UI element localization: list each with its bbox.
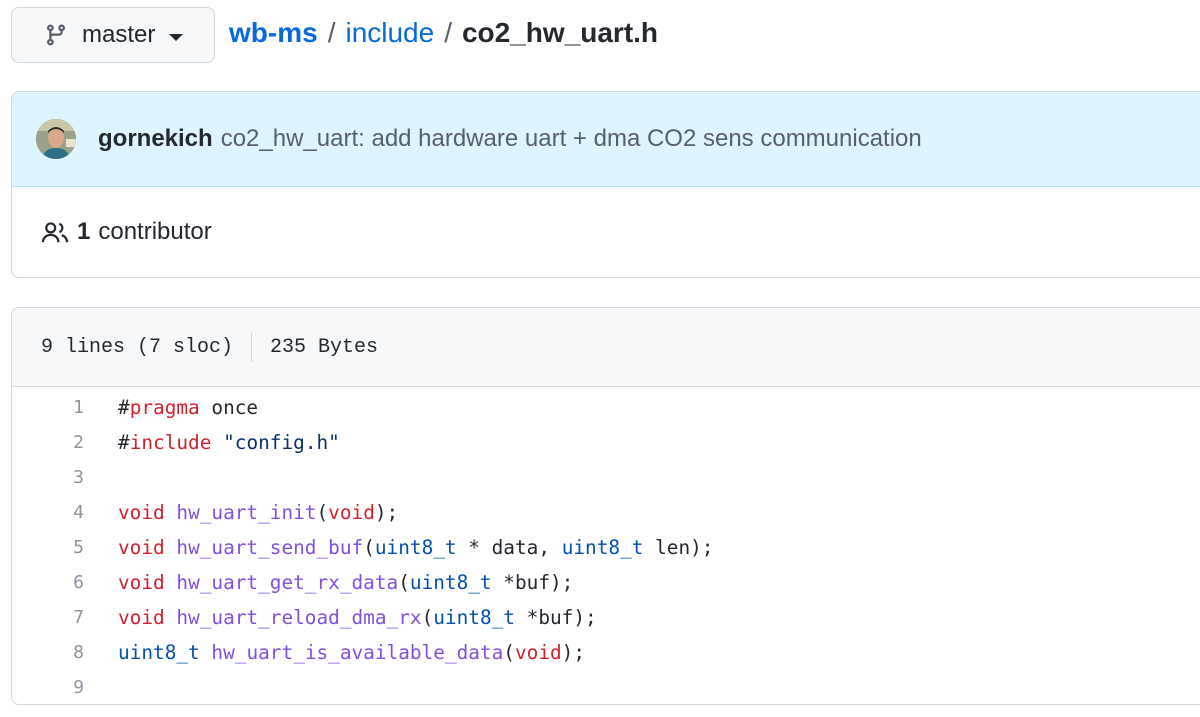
- code-token: uint8_t: [374, 536, 457, 559]
- breadcrumb-separator: /: [327, 17, 336, 48]
- breadcrumb-folder-link[interactable]: include: [345, 17, 434, 49]
- code-token: "config.h": [223, 431, 340, 454]
- code-token: uint8_t: [118, 641, 200, 664]
- people-icon: [41, 222, 69, 243]
- code-token: len);: [643, 536, 714, 559]
- line-number[interactable]: 8: [12, 642, 84, 663]
- code-body: 1 #pragma once 2 #include "config.h" 3 4…: [12, 387, 1200, 704]
- code-line: 7 void hw_uart_reload_dma_rx(uint8_t *bu…: [12, 600, 1200, 635]
- code-line: 4 void hw_uart_init(void);: [12, 495, 1200, 530]
- code-token: hw_uart_reload_dma_rx: [176, 606, 422, 629]
- divider: [251, 332, 253, 362]
- branch-name: master: [82, 21, 156, 48]
- line-number[interactable]: 7: [12, 607, 84, 628]
- code-line: 9: [12, 670, 1200, 704]
- code-token: #: [118, 431, 130, 454]
- code-text: void hw_uart_get_rx_data(uint8_t *buf);: [84, 571, 573, 594]
- code-token: (: [316, 501, 329, 524]
- file-viewer: 9 lines (7 sloc) 235 Bytes 1 #pragma onc…: [11, 307, 1200, 705]
- code-token: (: [421, 606, 434, 629]
- breadcrumb: wb-ms / include / co2_hw_uart.h: [229, 17, 658, 49]
- code-token: * data,: [456, 536, 562, 559]
- contributors-row[interactable]: 1 contributor: [12, 187, 1200, 277]
- contributor-count: 1: [77, 218, 91, 245]
- line-count: 9 lines (7 sloc): [41, 335, 234, 359]
- code-line: 8 uint8_t hw_uart_is_available_data(void…: [12, 635, 1200, 670]
- code-text: void hw_uart_send_buf(uint8_t * data, ui…: [84, 536, 713, 559]
- code-text: #include "config.h": [84, 431, 340, 454]
- code-token: include: [129, 431, 212, 454]
- contributor-label: contributor: [98, 218, 212, 245]
- code-token: hw_uart_init: [176, 501, 317, 524]
- code-token: (: [398, 571, 410, 594]
- latest-commit-header: gornekich co2_hw_uart: add hardware uart…: [12, 92, 1200, 187]
- git-branch-icon: [46, 24, 65, 46]
- line-number[interactable]: 9: [12, 677, 84, 698]
- code-text: void hw_uart_init(void);: [84, 501, 398, 524]
- code-token: );: [374, 501, 399, 524]
- code-line: 3: [12, 460, 1200, 495]
- line-number[interactable]: 2: [12, 432, 84, 453]
- code-token: void: [118, 536, 165, 559]
- code-text: void hw_uart_reload_dma_rx(uint8_t *buf)…: [84, 606, 597, 629]
- commit-author-link[interactable]: gornekich: [98, 125, 213, 153]
- branch-select-button[interactable]: master: [11, 7, 215, 63]
- code-line: 1 #pragma once: [12, 390, 1200, 425]
- breadcrumb-separator: /: [444, 17, 452, 48]
- code-line: 5 void hw_uart_send_buf(uint8_t * data, …: [12, 530, 1200, 565]
- code-line: 6 void hw_uart_get_rx_data(uint8_t *buf)…: [12, 565, 1200, 600]
- breadcrumb-repo-link[interactable]: wb-ms: [229, 17, 318, 49]
- chevron-down-icon: [169, 33, 184, 41]
- code-token: (: [363, 536, 375, 559]
- code-text: #pragma once: [84, 396, 258, 419]
- commit-message-link[interactable]: co2_hw_uart: add hardware uart + dma CO2…: [221, 125, 922, 153]
- avatar-image: [36, 119, 76, 159]
- line-number[interactable]: 3: [12, 467, 84, 488]
- code-token: void: [118, 501, 165, 524]
- code-token: once: [199, 396, 259, 419]
- code-text: uint8_t hw_uart_is_available_data(void);: [84, 641, 585, 664]
- code-token: uint8_t: [409, 571, 492, 594]
- code-token: uint8_t: [561, 536, 644, 559]
- line-number[interactable]: 4: [12, 502, 84, 523]
- avatar[interactable]: [36, 119, 76, 159]
- code-token: (: [503, 641, 515, 664]
- code-token: hw_uart_is_available_data: [211, 641, 504, 664]
- code-token: void: [514, 641, 562, 664]
- code-token: void: [118, 571, 165, 594]
- breadcrumb-file-name: co2_hw_uart.h: [461, 17, 659, 48]
- latest-commit-box: gornekich co2_hw_uart: add hardware uart…: [11, 91, 1200, 278]
- line-number[interactable]: 1: [12, 397, 84, 418]
- code-token: void: [118, 606, 165, 629]
- code-token: hw_uart_get_rx_data: [176, 571, 399, 594]
- line-number[interactable]: 5: [12, 537, 84, 558]
- line-number[interactable]: 6: [12, 572, 84, 593]
- code-token: *buf);: [491, 571, 574, 594]
- code-token: #: [118, 396, 130, 419]
- file-size: 235 Bytes: [270, 335, 379, 359]
- code-token: pragma: [129, 396, 200, 419]
- code-line: 2 #include "config.h": [12, 425, 1200, 460]
- code-token: uint8_t: [433, 606, 515, 629]
- file-info-header: 9 lines (7 sloc) 235 Bytes: [12, 308, 1200, 387]
- code-token: void: [328, 501, 375, 524]
- code-token: *buf);: [514, 606, 597, 629]
- code-token: );: [561, 641, 586, 664]
- code-token: hw_uart_send_buf: [176, 536, 364, 559]
